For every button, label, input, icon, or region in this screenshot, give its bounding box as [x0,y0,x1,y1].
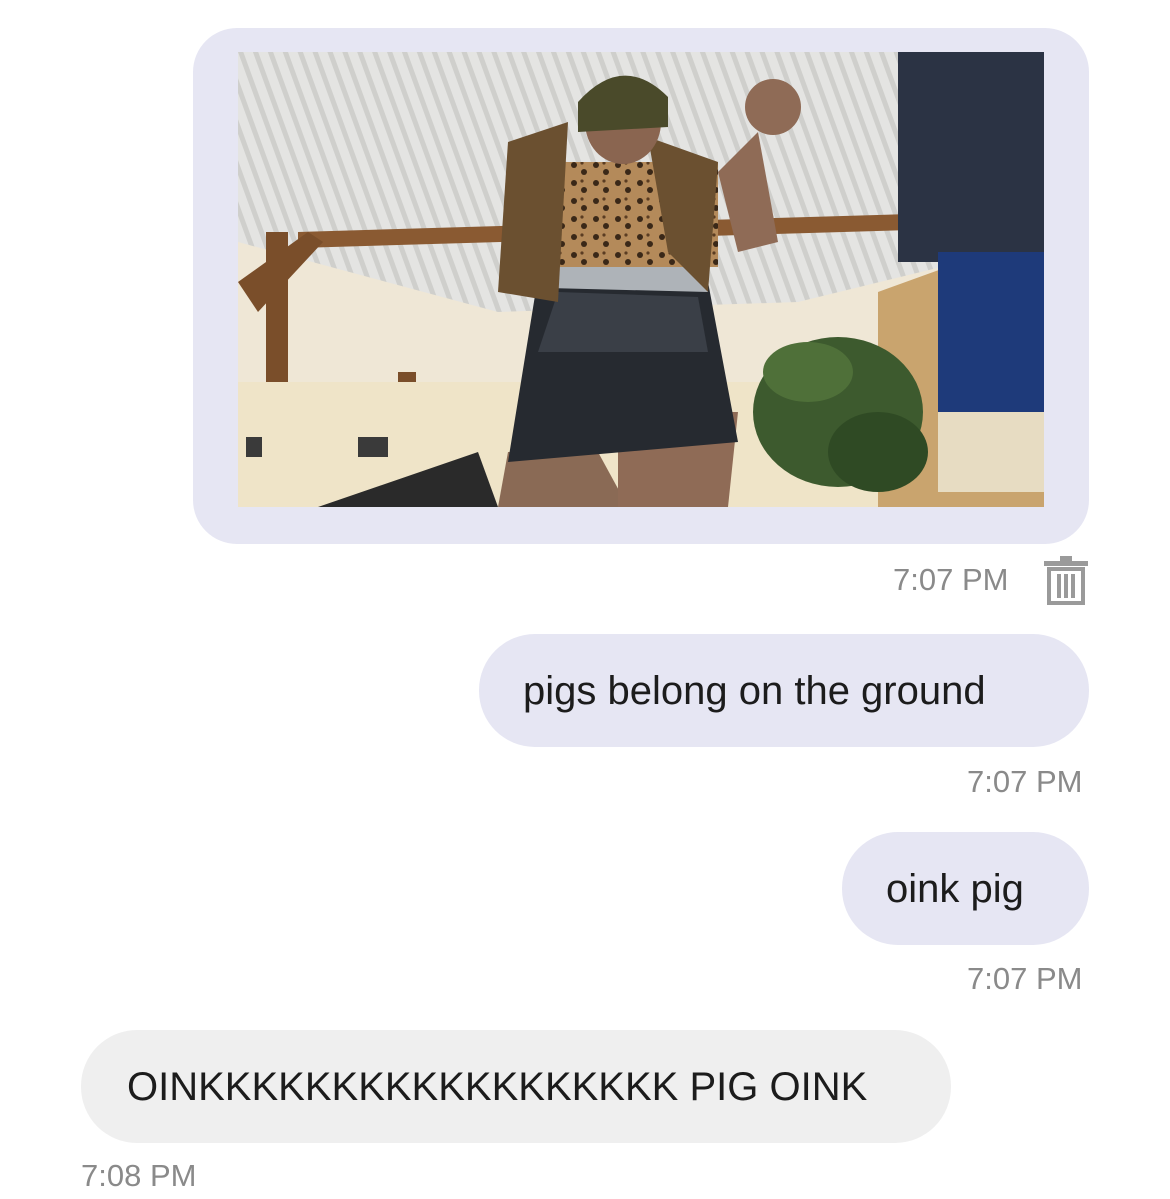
message-timestamp: 7:08 PM [81,1158,197,1193]
trash-icon[interactable] [1043,555,1089,605]
message-text: OINKKKKKKKKKKKKKKKKKK PIG OINK [127,1065,868,1109]
message-photo[interactable] [238,52,1044,507]
message-timestamp: 7:07 PM [967,764,1083,799]
message-timestamp: 7:07 PM [893,562,1009,597]
photo-illustration [238,52,1044,507]
message-timestamp: 7:07 PM [967,961,1083,996]
message-text: oink pig [886,867,1024,911]
message-text: pigs belong on the ground [523,669,986,713]
